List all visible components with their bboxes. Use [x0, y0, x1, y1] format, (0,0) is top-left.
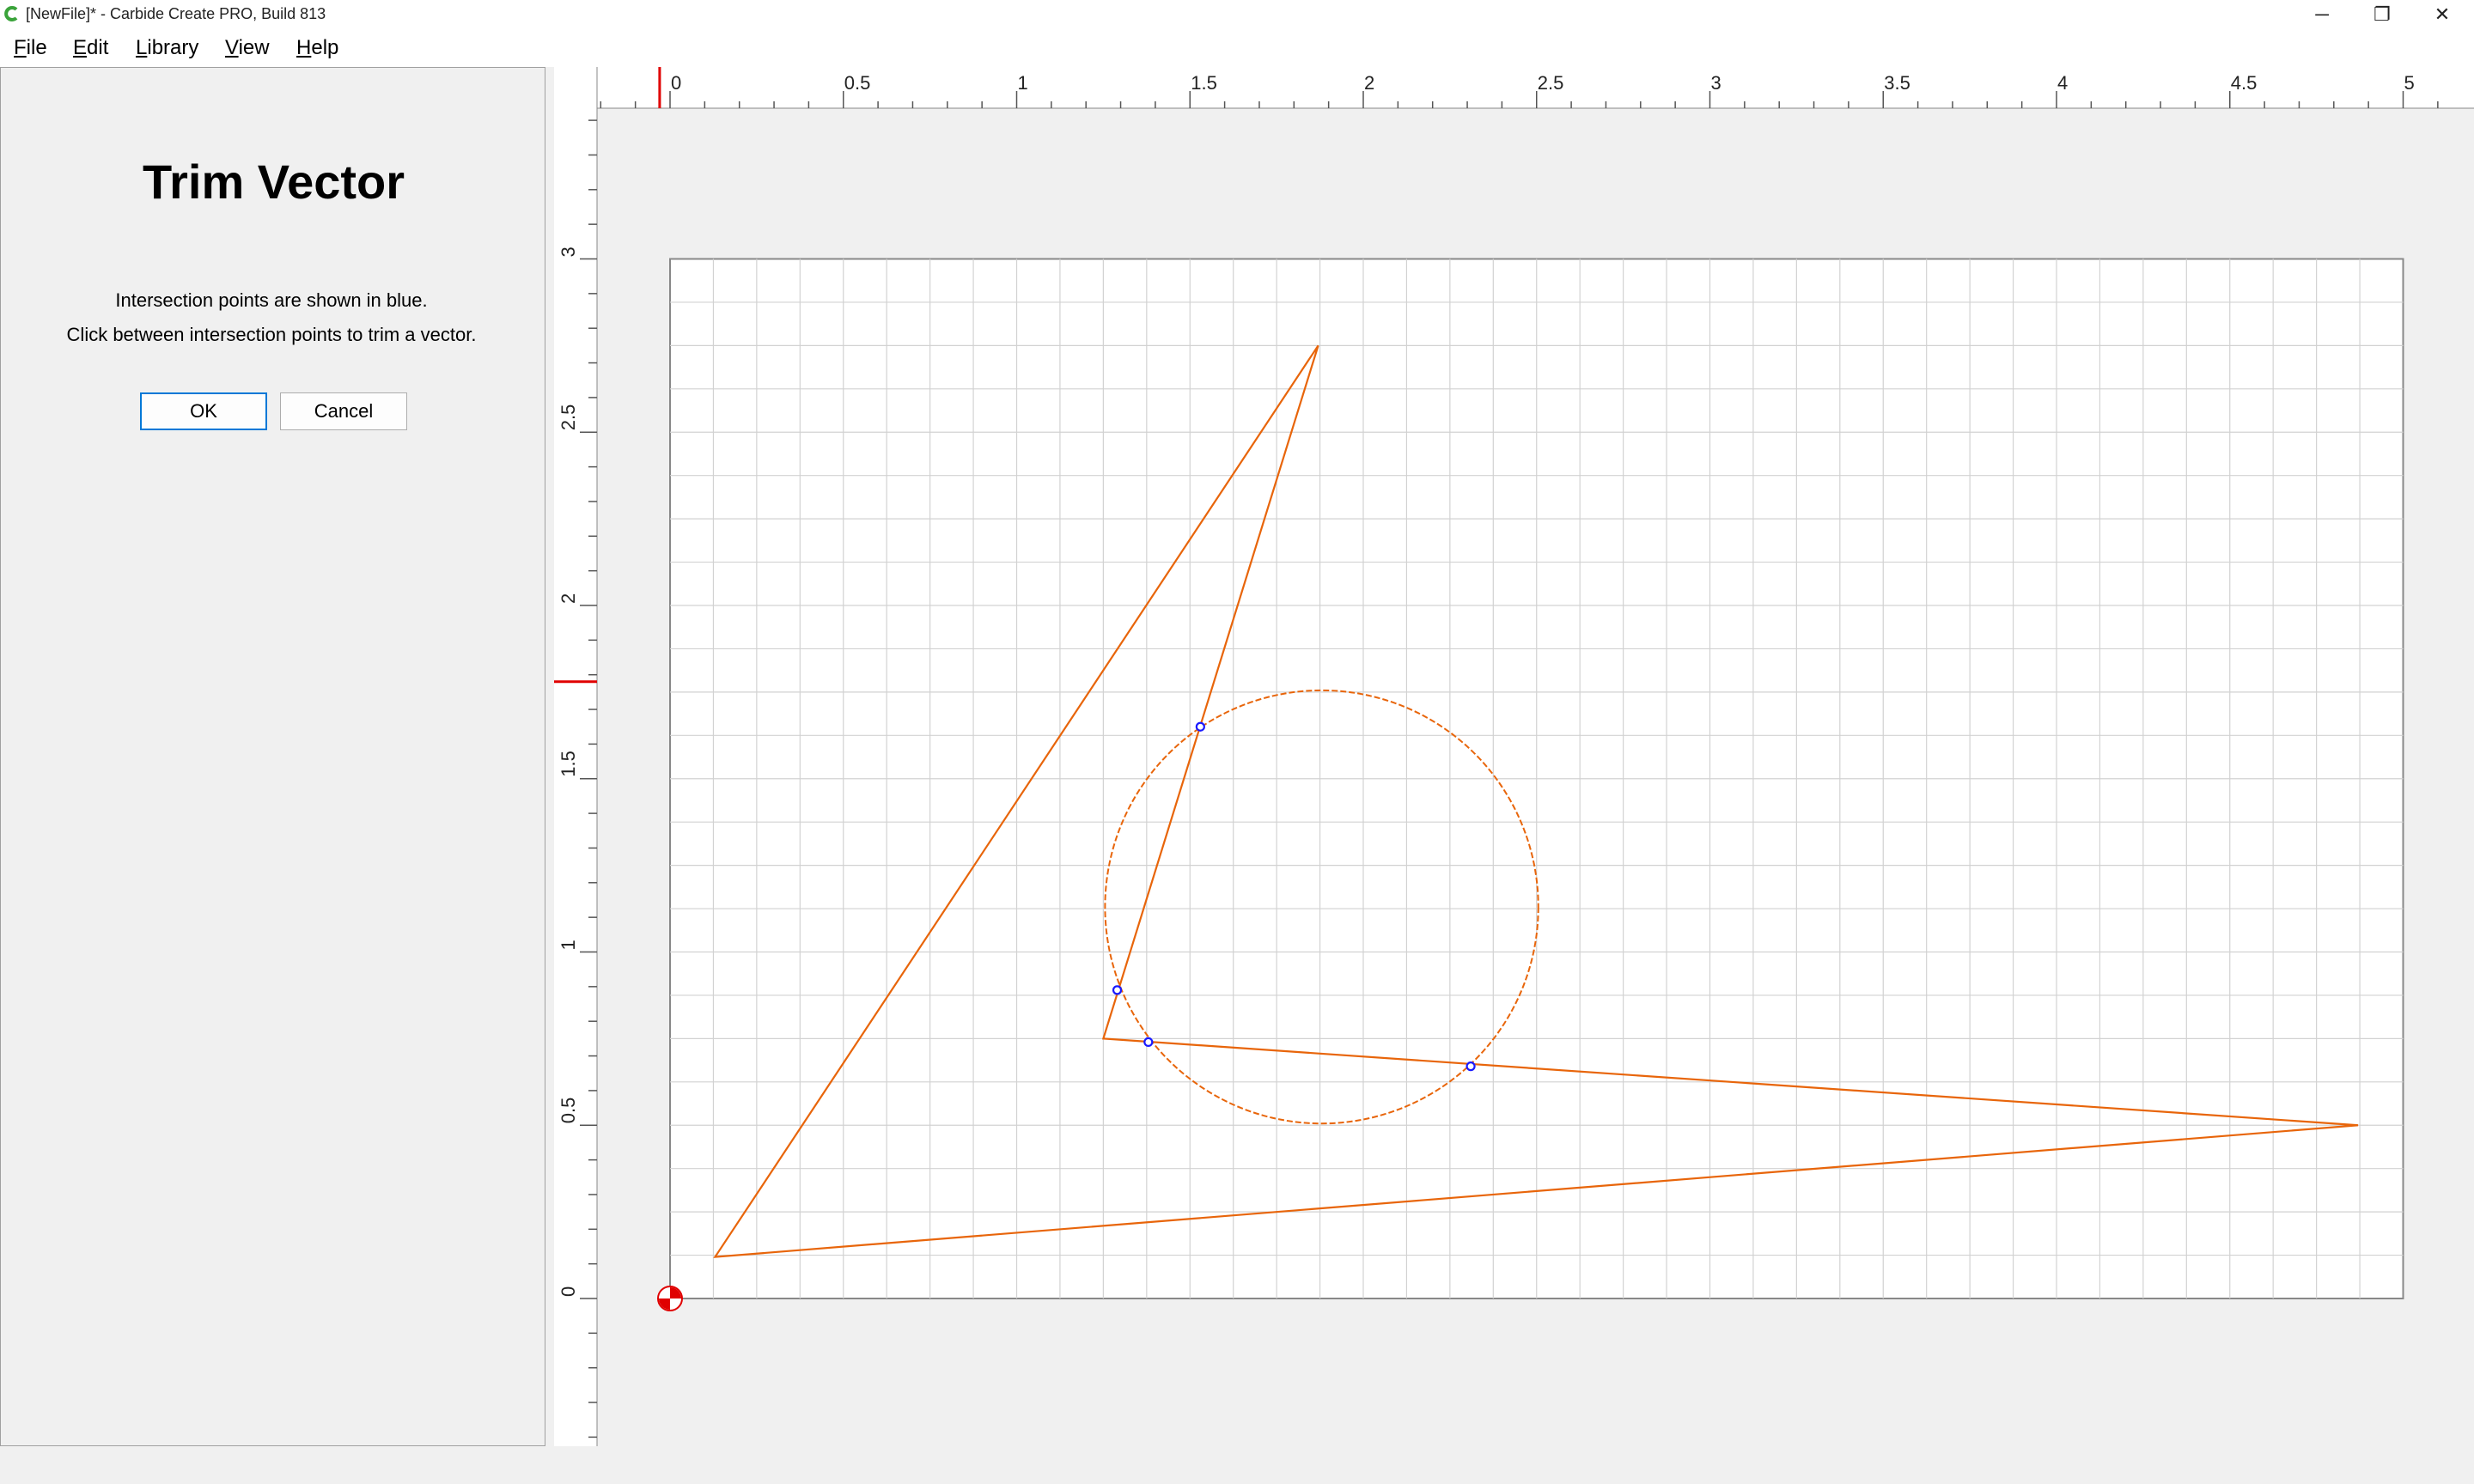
ruler-label-y: 0 — [558, 1286, 579, 1297]
trim-vector-panel: Trim Vector Intersection points are show… — [0, 67, 545, 1446]
menu-help[interactable]: Help — [296, 36, 338, 60]
vertical-ruler: 0 0.5 1 1.5 2 2.5 3 — [554, 67, 598, 1446]
horizontal-ruler: 0 0.5 1 1.5 2 2.5 3 3.5 4 4.5 5 — [554, 67, 2474, 109]
ruler-label-x: 1 — [1018, 72, 1028, 94]
menu-bar: File Edit Library View Help — [0, 29, 2474, 67]
origin-quadrant — [659, 1298, 670, 1310]
minimize-icon: ─ — [2315, 3, 2329, 25]
intersection-point[interactable] — [1195, 721, 1205, 732]
instruction-text: Click between intersection points to tri… — [66, 324, 477, 345]
menu-view[interactable]: View — [225, 36, 270, 60]
ruler-background — [554, 67, 2474, 108]
ruler-label-x: 2 — [1364, 72, 1374, 94]
ruler-label-y: 1.5 — [558, 751, 579, 777]
ruler-label-x: 3 — [1711, 72, 1721, 94]
ruler-label-y: 0.5 — [558, 1098, 579, 1124]
close-icon: ✕ — [2434, 3, 2451, 25]
intersection-point[interactable] — [1112, 985, 1123, 995]
ruler-label-y: 2 — [558, 593, 579, 604]
window-title: [NewFile]* - Carbide Create PRO, Build 8… — [26, 5, 326, 22]
menu-file[interactable]: File — [14, 36, 47, 60]
ruler-label-x: 4.5 — [2231, 72, 2258, 94]
menu-library[interactable]: Library — [136, 36, 198, 60]
title-bar: [NewFile]* - Carbide Create PRO, Build 8… — [0, 0, 2474, 29]
ruler-label-x: 0 — [671, 72, 681, 94]
cancel-button[interactable]: Cancel — [280, 392, 407, 430]
maximize-button[interactable]: ❐ — [2352, 0, 2412, 29]
origin-marker-icon — [657, 1286, 683, 1311]
ruler-label-x: 4 — [2057, 72, 2068, 94]
menu-edit[interactable]: Edit — [73, 36, 108, 60]
ruler-label-x: 2.5 — [1538, 72, 1564, 94]
ruler-label-x: 3.5 — [1884, 72, 1910, 94]
close-button[interactable]: ✕ — [2412, 0, 2472, 29]
ruler-label-x: 1.5 — [1191, 72, 1217, 94]
intersection-point[interactable] — [1466, 1061, 1476, 1072]
ok-button[interactable]: OK — [140, 392, 267, 430]
minimize-button[interactable]: ─ — [2292, 0, 2352, 29]
carbide-logo-icon — [4, 6, 18, 21]
design-workspace[interactable]: 0 0.5 1 1.5 2 2.5 3 3.5 4 4.5 5 0 0.5 1 1.5 2 2.5 3 — [554, 67, 2474, 1446]
panel-title: Trim Vector — [142, 155, 405, 209]
ruler-label-y: 2.5 — [558, 404, 579, 431]
ruler-label-x: 0.5 — [844, 72, 871, 94]
restore-icon: ❐ — [2373, 3, 2391, 25]
intersection-point[interactable] — [1143, 1037, 1154, 1048]
ruler-label-x: 5 — [2404, 72, 2415, 94]
ruler-label-y: 1 — [558, 940, 579, 950]
ruler-label-y: 3 — [558, 246, 579, 257]
instruction-text: Intersection points are shown in blue. — [115, 289, 428, 311]
status-bar — [0, 1450, 2474, 1484]
